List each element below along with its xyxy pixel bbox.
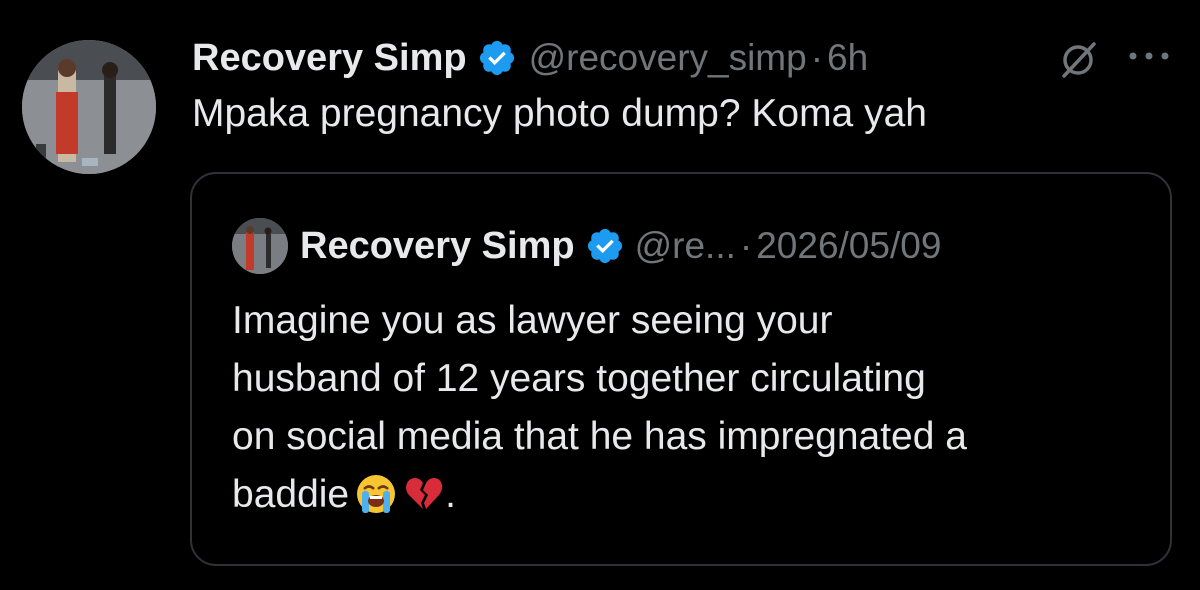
quoted-text-line: husband of 12 years together circulating	[232, 357, 926, 400]
tweet-text: Mpaka pregnancy photo dump? Koma yah	[192, 92, 927, 135]
tweet-header: Recovery Simp @recovery_simp · 6h	[192, 30, 868, 86]
verified-badge-icon	[585, 226, 625, 266]
quoted-text-line: baddie	[232, 473, 350, 516]
loudly-crying-face-emoji	[355, 473, 397, 515]
end-punctuation: .	[445, 473, 456, 516]
quoted-tweet-header: Recovery Simp @re... · 2026/05/09	[232, 216, 941, 276]
quoted-tweet[interactable]: Recovery Simp @re... · 2026/05/09 Imagin…	[190, 172, 1172, 566]
separator-dot: ·	[739, 225, 753, 266]
quoted-text-last-line: baddie .	[232, 466, 1152, 524]
quoted-text-line: on social media that he has impregnated …	[232, 415, 967, 458]
verified-badge-icon	[477, 38, 517, 78]
broken-heart-emoji	[403, 473, 445, 515]
author-handle[interactable]: @recovery_simp	[529, 37, 807, 79]
quoted-author-handle[interactable]: @re...	[635, 225, 736, 267]
quoted-author-name[interactable]: Recovery Simp	[300, 225, 575, 268]
quoted-tweet-text: Imagine you as lawyer seeing your husban…	[232, 292, 1152, 524]
more-options-icon[interactable]	[1124, 36, 1174, 76]
avatar[interactable]	[22, 40, 156, 174]
grok-icon[interactable]	[1056, 38, 1100, 82]
quoted-text-line: Imagine you as lawyer seeing your	[232, 299, 833, 342]
tweet[interactable]: Recovery Simp @recovery_simp · 6h Mpaka …	[0, 0, 1200, 590]
author-name[interactable]: Recovery Simp	[192, 37, 467, 80]
quoted-avatar[interactable]	[232, 218, 288, 274]
separator-dot: ·	[810, 37, 824, 78]
quoted-date[interactable]: 2026/05/09	[756, 225, 941, 267]
timestamp[interactable]: 6h	[827, 37, 868, 79]
